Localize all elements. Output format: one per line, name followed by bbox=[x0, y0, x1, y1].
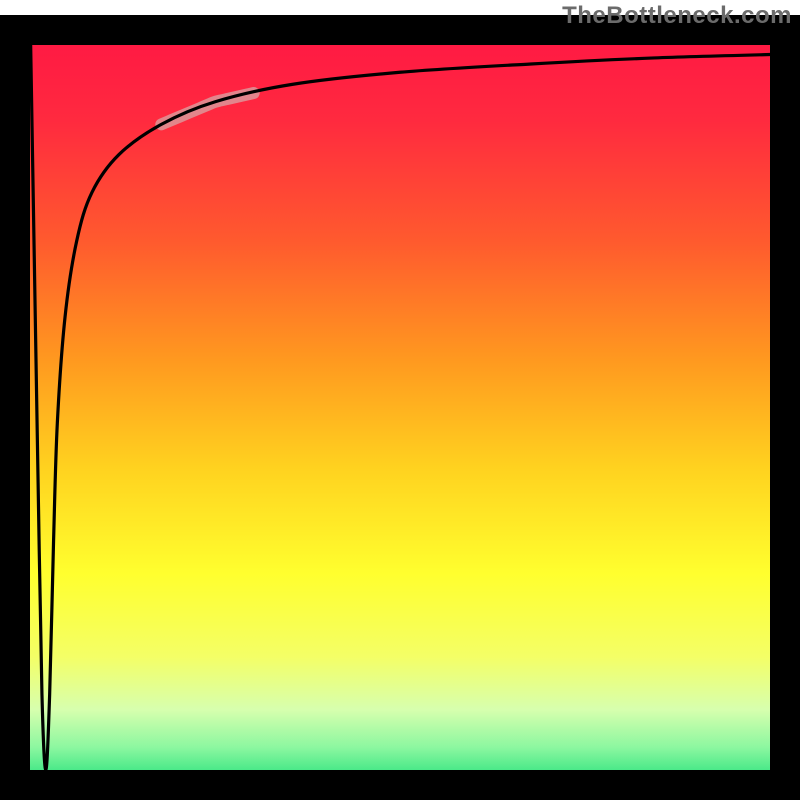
watermark-text: TheBottleneck.com bbox=[562, 2, 792, 30]
chart-stage: TheBottleneck.com bbox=[0, 0, 800, 800]
bottleneck-chart bbox=[0, 0, 800, 800]
